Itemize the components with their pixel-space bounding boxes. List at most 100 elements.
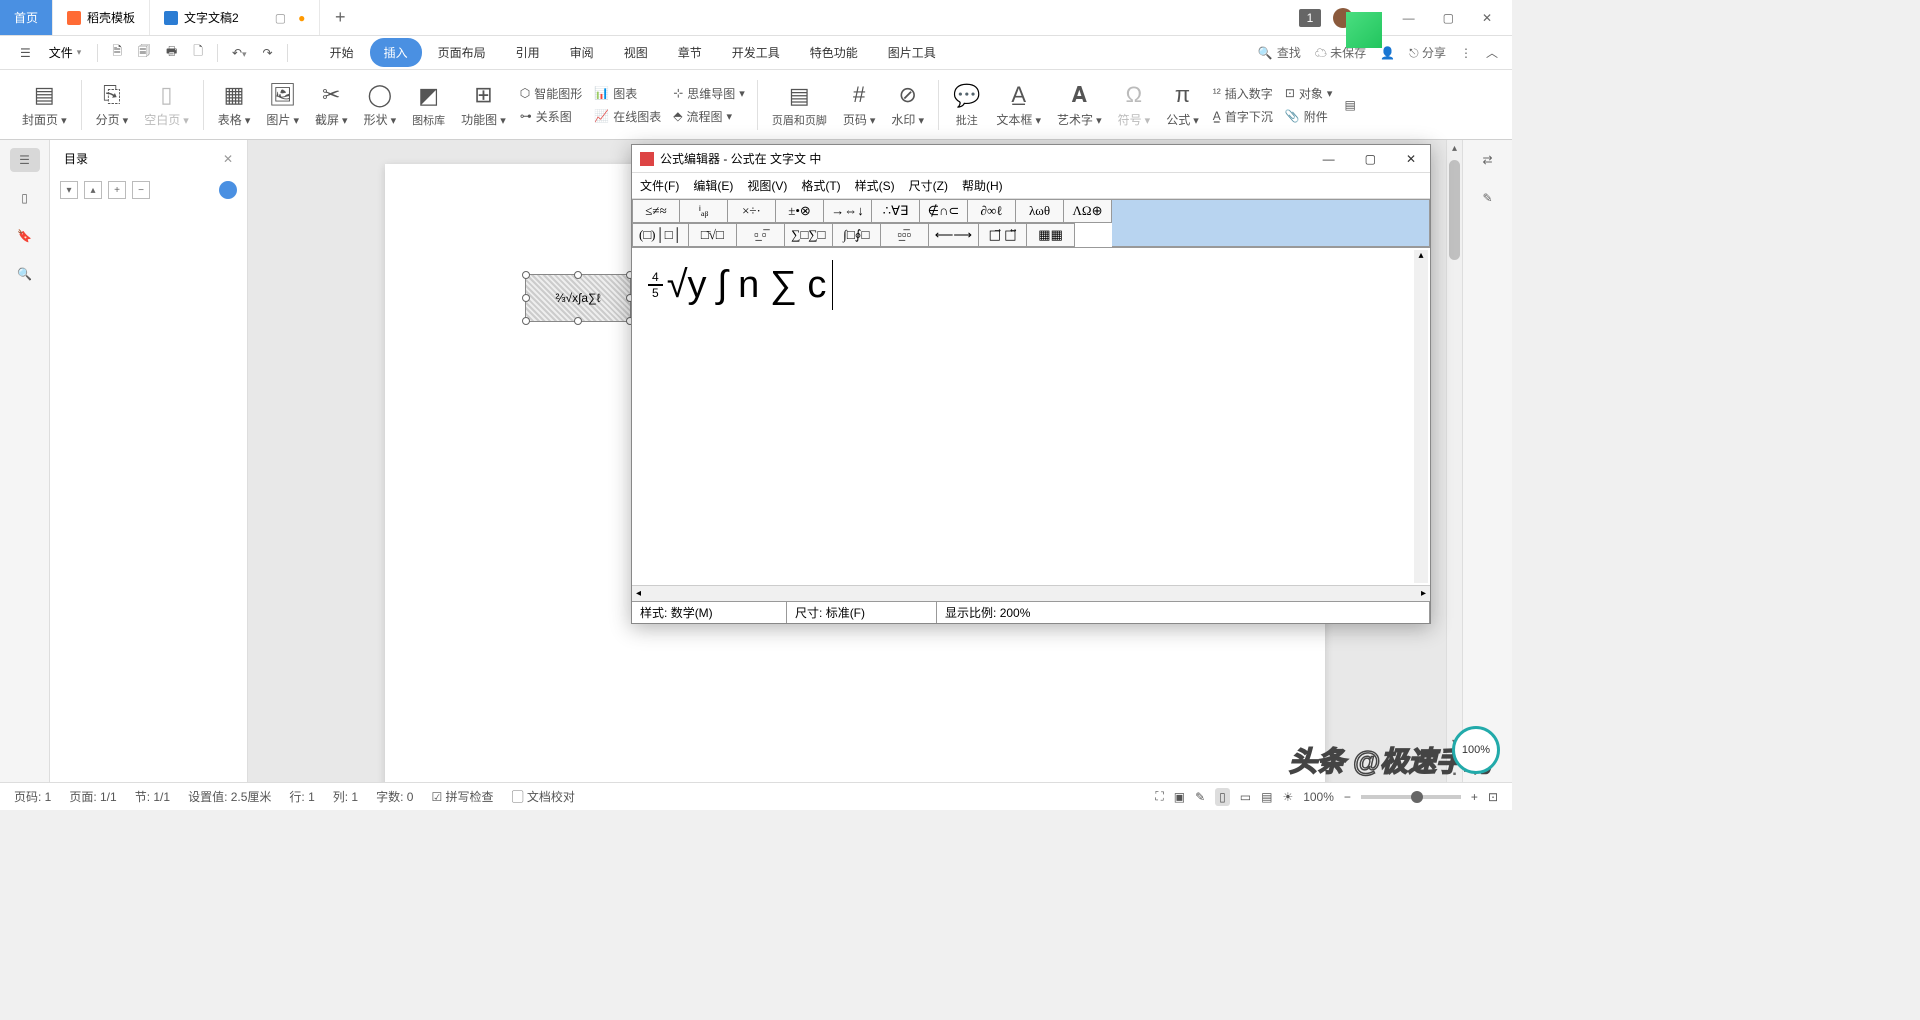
- vertical-scrollbar[interactable]: ▴ ▾ ▪ ▪: [1446, 140, 1462, 782]
- btn-watermark[interactable]: ⊘水印 ▾: [883, 81, 932, 128]
- outline-remove[interactable]: −: [132, 181, 150, 199]
- btn-object[interactable]: ⊡对象 ▾: [1279, 83, 1339, 104]
- minimize-button[interactable]: —: [1395, 7, 1423, 29]
- sb-page[interactable]: 页码: 1: [14, 788, 51, 805]
- eqtb-relations[interactable]: ≤≠≈: [632, 199, 680, 223]
- eqm-help[interactable]: 帮助(H): [962, 177, 1003, 194]
- outline-collapse[interactable]: ▴: [84, 181, 102, 199]
- eqm-view[interactable]: 视图(V): [747, 177, 787, 194]
- eqtb-sets[interactable]: ∉∩⊂: [920, 199, 968, 223]
- sb-chars[interactable]: 字数: 0: [376, 788, 413, 805]
- rtab-picture-tools[interactable]: 图片工具: [874, 38, 950, 67]
- eqwin-minimize[interactable]: —: [1317, 150, 1341, 168]
- zoom-slider[interactable]: [1361, 795, 1461, 799]
- sb-edit-icon[interactable]: ✎: [1195, 790, 1205, 804]
- btn-picture[interactable]: 🖼图片 ▾: [258, 81, 307, 128]
- eqtb-logic[interactable]: ∴∀∃: [872, 199, 920, 223]
- btn-relation[interactable]: ⊶关系图: [514, 106, 589, 127]
- file-menu[interactable]: 文件▾: [41, 40, 90, 65]
- eqtb-longarrow[interactable]: ⟵⟶: [929, 223, 979, 247]
- eqwin-vscroll[interactable]: ▴: [1414, 250, 1428, 583]
- rtab-view[interactable]: 视图: [610, 38, 662, 67]
- sb-zoom-value[interactable]: 100%: [1303, 790, 1334, 804]
- eqwin-close[interactable]: ✕: [1400, 150, 1422, 168]
- eqwin-canvas[interactable]: 4 5 √y ∫ n ∑ c ▴: [632, 248, 1430, 585]
- eqwin-titlebar[interactable]: 公式编辑器 - 公式在 文字文 中 — ▢ ✕: [632, 145, 1430, 173]
- rail-outline[interactable]: ☰: [10, 148, 40, 172]
- btn-pagenum[interactable]: #页码 ▾: [835, 81, 884, 128]
- eq-scroll-up-icon[interactable]: ▴: [1414, 250, 1428, 261]
- close-button[interactable]: ✕: [1474, 7, 1500, 29]
- sb-pages[interactable]: 页面: 1/1: [69, 788, 116, 805]
- collapse-ribbon-icon[interactable]: ︿: [1486, 44, 1498, 61]
- share-button[interactable]: ⎋ 分享: [1409, 44, 1446, 61]
- rtab-review[interactable]: 审阅: [556, 38, 608, 67]
- search-button[interactable]: 🔍查找: [1258, 44, 1301, 61]
- eqtb-sum[interactable]: ∑□∑□: [785, 223, 833, 247]
- print-icon[interactable]: 🖶: [160, 38, 183, 67]
- tab-add[interactable]: +: [320, 0, 360, 35]
- eqtb-brackets[interactable]: (□)│□│: [632, 223, 689, 247]
- more-icon[interactable]: ⋮: [1460, 46, 1472, 60]
- btn-header[interactable]: ▤页眉和页脚: [764, 82, 835, 128]
- rail-pages[interactable]: ▯: [10, 186, 40, 210]
- hamburger-icon[interactable]: ☰: [14, 42, 37, 64]
- sb-section[interactable]: 节: 1/1: [135, 788, 170, 805]
- eqm-style[interactable]: 样式(S): [855, 177, 895, 194]
- sb-docproof[interactable]: ▢ 文档校对: [512, 788, 575, 805]
- rtab-special[interactable]: 特色功能: [796, 38, 872, 67]
- handle-n[interactable]: [574, 271, 582, 279]
- eqtb-arrows[interactable]: →⇔↓: [824, 199, 872, 223]
- rail-settings[interactable]: ⇄: [1473, 148, 1503, 172]
- btn-attachment[interactable]: 📎附件: [1279, 106, 1339, 127]
- sb-col[interactable]: 列: 1: [333, 788, 358, 805]
- handle-w[interactable]: [522, 294, 530, 302]
- formula-object[interactable]: ⅔√x∫a∑ℓ: [525, 274, 631, 322]
- rtab-insert[interactable]: 插入: [370, 38, 422, 67]
- outline-close[interactable]: ✕: [223, 152, 233, 166]
- rtab-layout[interactable]: 页面布局: [424, 38, 500, 67]
- sb-readmode-icon[interactable]: ▣: [1174, 790, 1185, 804]
- sb-fullscreen-icon[interactable]: ⛶: [1155, 789, 1163, 804]
- rtab-start[interactable]: 开始: [316, 38, 368, 67]
- tab-templates[interactable]: 稻壳模板: [53, 0, 150, 35]
- eqtb-root[interactable]: □̄√□: [689, 223, 737, 247]
- btn-cover[interactable]: ▤封面页 ▾: [14, 81, 75, 128]
- tab-home[interactable]: 首页: [0, 0, 53, 35]
- rail-search[interactable]: 🔍: [10, 262, 40, 286]
- btn-flowchart[interactable]: ⬘流程图 ▾: [667, 106, 751, 127]
- notification-badge[interactable]: 1: [1299, 9, 1322, 27]
- eqtb-subscript[interactable]: ⁱₐᵦ: [680, 199, 728, 223]
- eqwin-hscroll[interactable]: ◂ ▸: [632, 585, 1430, 601]
- print-preview-icon[interactable]: 🗋: [187, 38, 209, 67]
- eqtb-calculus[interactable]: ∂∞ℓ: [968, 199, 1016, 223]
- sb-line[interactable]: 行: 1: [289, 788, 314, 805]
- btn-blank[interactable]: ▯空白页 ▾: [136, 81, 197, 128]
- handle-sw[interactable]: [522, 317, 530, 325]
- btn-smartart[interactable]: ⊞功能图 ▾: [453, 81, 514, 128]
- sb-setval[interactable]: 设置值: 2.5厘米: [188, 788, 271, 805]
- handle-s[interactable]: [574, 317, 582, 325]
- zoom-thumb[interactable]: [1411, 791, 1423, 803]
- maximize-button[interactable]: ▢: [1435, 7, 1462, 29]
- eqtb-greek-uc[interactable]: ΛΩ⊕: [1064, 199, 1112, 223]
- btn-smartgraphic[interactable]: ⬡智能图形: [514, 83, 589, 104]
- eq-scroll-left-icon[interactable]: ◂: [632, 588, 645, 599]
- eqwin-maximize[interactable]: ▢: [1359, 150, 1382, 168]
- handle-nw[interactable]: [522, 271, 530, 279]
- eqtb-matrix[interactable]: ▦▦: [1027, 223, 1075, 247]
- redo-icon[interactable]: ↷: [257, 42, 279, 64]
- btn-screenshot[interactable]: ✂截屏 ▾: [307, 81, 356, 128]
- eqtb-pm[interactable]: ±•⊗: [776, 199, 824, 223]
- eqtb-greek-lc[interactable]: λωθ: [1016, 199, 1064, 223]
- btn-iconlib[interactable]: ◩图标库: [404, 82, 453, 128]
- sb-printlayout-icon[interactable]: ▯: [1215, 788, 1230, 806]
- btn-chart[interactable]: 📊图表: [588, 83, 667, 104]
- sb-outline-icon[interactable]: ▤: [1261, 790, 1272, 804]
- btn-wordart[interactable]: 𝐀艺术字 ▾: [1049, 81, 1110, 128]
- btn-mindmap[interactable]: ⊹思维导图 ▾: [667, 83, 751, 104]
- btn-dropcap[interactable]: A͇首字下沉: [1207, 106, 1279, 127]
- rtab-references[interactable]: 引用: [502, 38, 554, 67]
- zoom-out[interactable]: −: [1344, 790, 1351, 804]
- rtab-section[interactable]: 章节: [664, 38, 716, 67]
